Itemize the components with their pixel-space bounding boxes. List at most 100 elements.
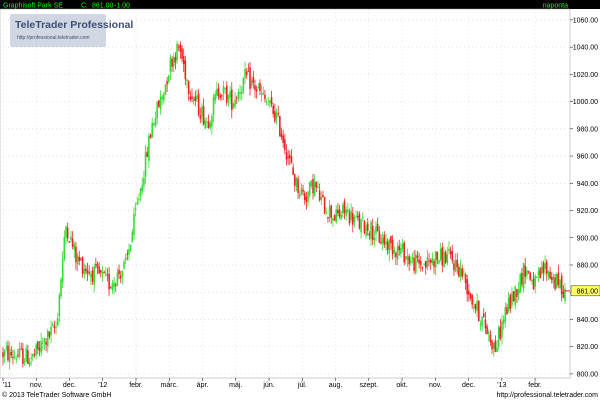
- candle-body: [211, 116, 213, 127]
- candle-body: [426, 257, 429, 267]
- candle-body: [25, 348, 28, 362]
- candle-body: [474, 303, 477, 310]
- candle-body: [73, 244, 76, 250]
- candle-body: [320, 197, 323, 200]
- candle-body: [287, 157, 289, 159]
- y-tick-label: 800.00: [577, 371, 599, 378]
- candle-body: [330, 205, 333, 218]
- candle-body: [68, 241, 71, 243]
- candle-body: [191, 96, 193, 100]
- candle-body: [390, 236, 392, 244]
- candle-body: [282, 135, 284, 143]
- candle-body: [327, 217, 329, 219]
- candle-body: [235, 97, 238, 99]
- candle-body: [554, 277, 556, 289]
- candle-body: [259, 83, 261, 92]
- candle-body: [55, 326, 57, 328]
- candle-body: [10, 352, 13, 356]
- candle-body: [124, 257, 127, 261]
- candle-body: [550, 276, 553, 281]
- x-tick-label: márc.: [161, 382, 179, 389]
- y-tick-label: 1000.00: [573, 99, 598, 106]
- candle-body: [522, 263, 525, 289]
- candle-body: [114, 284, 117, 286]
- candle-body: [396, 246, 399, 260]
- candle-body: [509, 294, 512, 309]
- candle-body: [285, 152, 288, 160]
- candle-body: [139, 188, 142, 196]
- candle-body: [459, 267, 462, 277]
- candle-body: [385, 241, 387, 244]
- candle-body: [206, 121, 208, 123]
- candle-body: [3, 350, 6, 356]
- candle-body: [484, 319, 487, 329]
- candle-body: [424, 261, 427, 268]
- x-tick-label: júl.: [297, 382, 307, 389]
- candle-body: [144, 151, 147, 178]
- candle-body: [277, 112, 279, 115]
- candle-body: [5, 347, 8, 349]
- candle-body: [20, 348, 23, 350]
- candle-body: [414, 254, 417, 274]
- candle-body: [177, 46, 180, 48]
- candle-body: [338, 209, 341, 217]
- candle-body: [209, 123, 212, 128]
- candle-body: [128, 249, 130, 255]
- candle-body: [373, 237, 376, 241]
- candle-body: [418, 259, 420, 264]
- candle-body: [174, 56, 177, 63]
- candle-body: [153, 123, 155, 125]
- candle-body: [28, 361, 31, 366]
- candle-body: [388, 239, 391, 254]
- candle-body: [176, 43, 178, 61]
- candle-body: [468, 290, 470, 295]
- candle-body: [559, 279, 561, 288]
- candle-body: [476, 301, 478, 312]
- candle-body: [393, 249, 396, 254]
- candle-body: [187, 81, 190, 94]
- x-tick-label: okt.: [396, 382, 407, 389]
- y-tick-label: 920.00: [577, 208, 599, 215]
- candle-body: [313, 181, 316, 196]
- chart-header-bar: [0, 0, 600, 9]
- candle-body: [184, 60, 187, 80]
- candle-body: [66, 227, 69, 239]
- candle-body: [100, 270, 102, 273]
- candle-body: [113, 282, 115, 288]
- candle-body: [164, 84, 167, 95]
- candle-body: [111, 283, 114, 290]
- candle-body: [216, 89, 218, 96]
- candle-body: [264, 94, 266, 100]
- candle-body: [109, 287, 112, 289]
- candle-body: [272, 105, 275, 114]
- y-tick-label: 1060.00: [573, 17, 598, 24]
- watermark-url: http://professional.teletrader.com: [17, 35, 90, 41]
- candle-body: [182, 56, 185, 65]
- candle-body: [441, 247, 444, 266]
- candle-body: [154, 118, 157, 127]
- candle-body: [403, 242, 405, 263]
- candle-body: [325, 213, 328, 215]
- candle-body: [41, 342, 44, 344]
- candle-body: [423, 264, 425, 266]
- candle-body: [395, 253, 397, 258]
- candle-body: [274, 111, 276, 122]
- candle-body: [303, 193, 306, 201]
- candle-body: [517, 289, 520, 295]
- candle-body: [86, 270, 89, 274]
- watermark-brand: TeleTrader Professional: [15, 19, 133, 31]
- candle-body: [391, 239, 394, 255]
- candle-body: [307, 191, 309, 202]
- candle-body: [537, 271, 540, 275]
- candle-body: [514, 286, 517, 306]
- x-tick-label: febr.: [528, 382, 542, 389]
- candle-body: [463, 271, 465, 273]
- candle-body: [33, 354, 36, 356]
- y-tick-label: 820.00: [577, 344, 599, 351]
- candle-body: [53, 326, 56, 329]
- instrument-name: Graphisoft Park SE: [3, 3, 63, 10]
- candle-body: [552, 276, 555, 284]
- candle-body: [78, 256, 81, 261]
- x-tick-label: febr.: [129, 382, 143, 389]
- candle-body: [458, 266, 460, 277]
